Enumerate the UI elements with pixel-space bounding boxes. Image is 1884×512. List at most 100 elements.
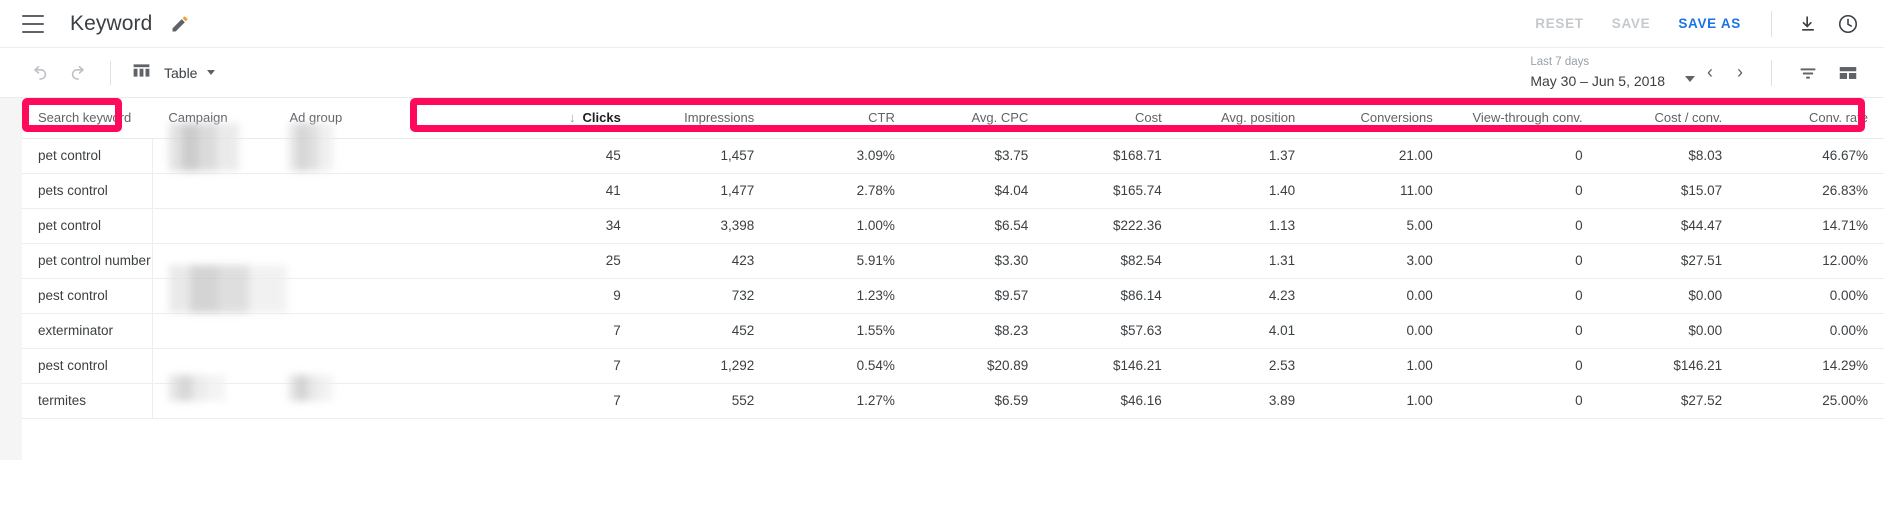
redacted-block xyxy=(168,374,225,401)
column-header-label: Avg. CPC xyxy=(971,110,1029,126)
column-header-view-through-conv[interactable]: View-through conv. xyxy=(1448,98,1599,139)
cell-conversions: 11.00 xyxy=(1311,173,1449,209)
cell-keyword: exterminator xyxy=(22,313,153,349)
redo-icon[interactable] xyxy=(62,56,96,90)
save-button[interactable]: SAVE xyxy=(1598,16,1665,31)
column-header-label: Search keyword xyxy=(38,110,132,126)
cell-avg-position: 2.53 xyxy=(1177,348,1312,384)
reset-button[interactable]: RESET xyxy=(1521,16,1598,31)
column-header-avg-position[interactable]: Avg. position xyxy=(1177,98,1312,139)
cell-impressions: 423 xyxy=(636,243,771,279)
cell-clicks: 34 xyxy=(501,208,637,244)
column-header-label: Impressions xyxy=(684,110,755,126)
cell-cost-per-conv: $27.52 xyxy=(1598,383,1739,419)
appbar-divider xyxy=(1771,10,1772,37)
column-header-impressions[interactable]: Impressions xyxy=(636,98,771,139)
cell-ad-group-redacted xyxy=(273,313,502,349)
cell-ctr: 2.78% xyxy=(770,173,911,209)
column-header-label: View-through conv. xyxy=(1472,110,1583,126)
download-icon[interactable] xyxy=(1788,4,1828,44)
cell-keyword: termites xyxy=(22,383,153,419)
cell-impressions: 732 xyxy=(636,278,771,314)
cell-keyword: pet control number xyxy=(22,243,153,279)
cell-clicks: 25 xyxy=(501,243,637,279)
cell-ctr: 5.91% xyxy=(770,243,911,279)
table-row[interactable]: exterminator 7 452 1.55% $8.23 $57.63 4.01 0.00… xyxy=(22,313,1884,349)
column-header-label: Avg. position xyxy=(1220,110,1296,126)
cell-ad-group-redacted xyxy=(273,374,502,419)
pencil-icon[interactable] xyxy=(170,14,190,34)
cell-campaign-redacted xyxy=(152,264,287,314)
column-header-clicks[interactable]: ↓ Clicks xyxy=(501,98,637,139)
cell-conversions: 0.00 xyxy=(1311,278,1449,314)
cell-ad-group-redacted xyxy=(273,243,502,279)
cell-cost-per-conv: $27.51 xyxy=(1598,243,1739,279)
table-row[interactable]: pets control 41 1,477 2.78% $4.04 $165.74 1.40… xyxy=(22,173,1884,209)
cell-impressions: 1,292 xyxy=(636,348,771,384)
cell-impressions: 1,477 xyxy=(636,173,771,209)
table-row[interactable]: termites 7 552 1.27% $6.59 $46.16 3.89 1.00 0 $27… xyxy=(22,374,1884,419)
cell-ctr: 1.23% xyxy=(770,278,911,314)
sort-descending-icon: ↓ xyxy=(569,110,576,126)
column-header-cost[interactable]: Cost xyxy=(1044,98,1178,139)
cell-conversions: 5.00 xyxy=(1311,208,1449,244)
cell-impressions: 552 xyxy=(636,383,771,419)
chevron-down-icon xyxy=(207,70,216,75)
cell-clicks: 7 xyxy=(501,313,637,349)
cell-clicks: 7 xyxy=(501,383,637,419)
undo-icon[interactable] xyxy=(22,56,56,90)
column-header-cost-conv[interactable]: Cost / conv. xyxy=(1598,98,1739,139)
column-header-label: Conversions xyxy=(1360,110,1433,126)
date-next-button[interactable]: › xyxy=(1725,58,1755,88)
cell-impressions: 3,398 xyxy=(636,208,771,244)
table-row[interactable]: pet control 34 3,398 1.00% $6.54 $222.36 1.13 5… xyxy=(22,208,1884,244)
toolbar-divider-2 xyxy=(1771,59,1772,86)
column-header-ctr[interactable]: CTR xyxy=(770,98,911,139)
left-gutter xyxy=(0,98,22,460)
hamburger-icon[interactable] xyxy=(22,14,44,33)
column-header-label: Cost / conv. xyxy=(1654,110,1723,126)
cell-ctr: 1.55% xyxy=(770,313,911,349)
cell-cost: $57.63 xyxy=(1044,313,1178,349)
table-scroll-container[interactable]: Search keyword Campaign Ad group ↓ Clicks Imp… xyxy=(22,98,1884,460)
table-body: pet control 45 1,457 3.09% $3.75 $168.71 1.37 2… xyxy=(22,122,1884,419)
cell-cost-per-conv: $44.47 xyxy=(1598,208,1739,244)
column-header-search-keyword[interactable]: Search keyword xyxy=(22,98,153,139)
cell-clicks: 41 xyxy=(501,173,637,209)
cell-avg-cpc: $3.30 xyxy=(910,243,1045,279)
cell-ad-group-redacted xyxy=(273,208,502,244)
cell-campaign-redacted xyxy=(152,313,274,349)
cell-cost-per-conv: $0.00 xyxy=(1598,313,1739,349)
date-prev-button[interactable]: ‹ xyxy=(1695,58,1725,88)
table-row[interactable]: pest control 9 732 1.23% $9.57 $86.14 4.23 0.00… xyxy=(22,264,1884,314)
column-header-conversions[interactable]: Conversions xyxy=(1311,98,1449,139)
cell-view-through: 0 xyxy=(1448,138,1599,174)
cell-ctr: 1.27% xyxy=(770,383,911,419)
cell-avg-position: 3.89 xyxy=(1177,383,1312,419)
date-range-chevron-down-icon[interactable] xyxy=(1685,75,1695,82)
cell-conv-rate: 12.00% xyxy=(1738,243,1884,279)
view-type-select[interactable]: Table xyxy=(125,56,221,90)
save-as-button[interactable]: SAVE AS xyxy=(1664,16,1755,31)
date-range-control[interactable]: Last 7 days May 30 – Jun 5, 2018 xyxy=(1530,56,1695,89)
column-header-conv-rate[interactable]: Conv. rate xyxy=(1738,98,1884,139)
cell-campaign-redacted xyxy=(152,208,274,244)
column-header-label: Cost xyxy=(1135,110,1162,126)
column-header-avg-cpc[interactable]: Avg. CPC xyxy=(910,98,1045,139)
date-preset-label: Last 7 days xyxy=(1530,56,1590,69)
table-row[interactable]: pet control number 25 423 5.91% $3.30 $82.54 1… xyxy=(22,243,1884,279)
cell-impressions: 1,457 xyxy=(636,138,771,174)
layout-icon[interactable] xyxy=(1828,53,1868,93)
cell-view-through: 0 xyxy=(1448,278,1599,314)
cell-conv-rate: 46.67% xyxy=(1738,138,1884,174)
column-header-label: Clicks xyxy=(582,110,621,126)
filter-icon[interactable] xyxy=(1788,53,1828,93)
cell-clicks: 45 xyxy=(501,138,637,174)
clock-icon[interactable] xyxy=(1828,4,1868,44)
table-row[interactable]: pet control 45 1,457 3.09% $3.75 $168.71 1.37 2… xyxy=(22,122,1884,174)
date-range-text[interactable]: Last 7 days May 30 – Jun 5, 2018 xyxy=(1530,56,1669,88)
cell-impressions: 452 xyxy=(636,313,771,349)
cell-keyword: pet control xyxy=(22,138,153,174)
cell-conversions: 21.00 xyxy=(1311,138,1449,174)
cell-conversions: 3.00 xyxy=(1311,243,1449,279)
